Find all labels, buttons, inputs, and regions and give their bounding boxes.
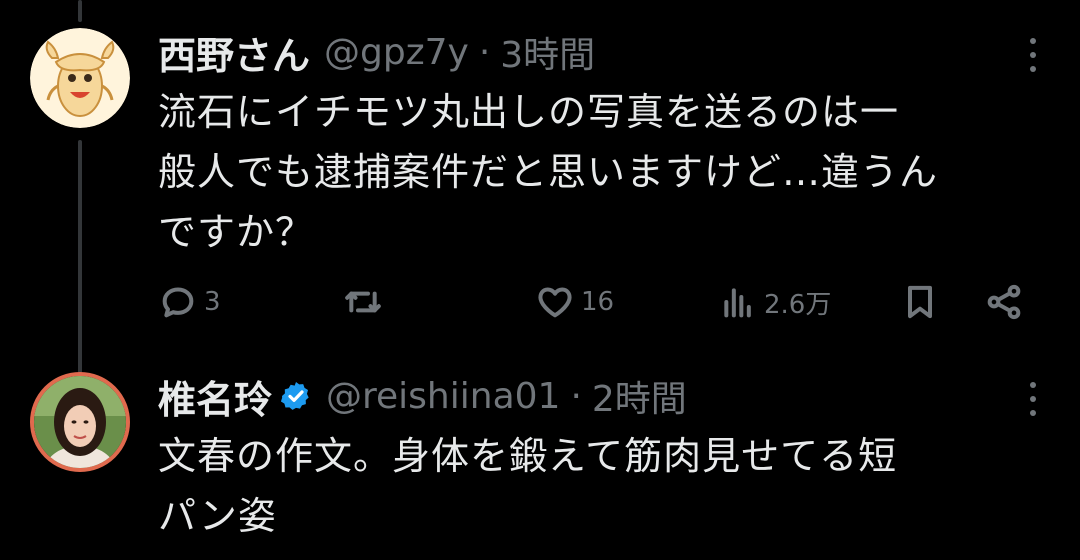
tweet-text-line: 流石にイチモツ丸出しの写真を送るのは一	[158, 90, 900, 134]
views-count: 2.6万	[764, 289, 832, 320]
share-icon	[987, 284, 1021, 320]
thread-connector	[78, 140, 82, 375]
heart-icon	[538, 287, 572, 318]
tweet-text-line: 文春の作文。身体を鍛えて筋肉見せてる短	[158, 434, 898, 478]
views-button[interactable]: 2.6万	[718, 278, 831, 326]
reply-thread: 西野さん @gpz7y · 3時間 流石にイチモツ丸出しの写真を送るのは一 般人…	[0, 0, 1080, 560]
like-count: 16	[581, 287, 615, 317]
bookmark-button[interactable]	[900, 278, 940, 326]
tweet-text: 文春の作文。身体を鍛えて筋肉見せてる短 パン姿	[158, 426, 1048, 546]
share-button[interactable]	[984, 278, 1024, 326]
tweet-header: 椎名玲 @reishiina01 · 2時間	[158, 370, 687, 422]
timestamp[interactable]: 2時間	[592, 370, 687, 422]
thread-connector-top	[78, 0, 82, 22]
separator-dot: ·	[570, 375, 582, 417]
tweet-text: 流石にイチモツ丸出しの写真を送るのは一 般人でも逮捕案件だと思いますけど…違うん…	[158, 82, 1048, 262]
user-handle[interactable]: @gpz7y	[324, 32, 469, 73]
retweet-button[interactable]	[343, 278, 389, 326]
avatar-mascot-image	[30, 28, 130, 128]
user-handle[interactable]: @reishiina01	[326, 376, 560, 417]
display-name[interactable]: 西野さん	[158, 25, 310, 80]
views-bar-chart-icon	[724, 288, 751, 318]
more-vertical-icon[interactable]	[1028, 382, 1038, 416]
avatar-nishino[interactable]	[30, 28, 130, 128]
avatar-shiina[interactable]	[30, 372, 130, 472]
tweet-text-line: パン姿	[158, 494, 277, 538]
verified-badge-icon	[280, 382, 309, 410]
tweet-text-line: ですか？	[158, 210, 315, 254]
reply-bubble-icon	[162, 287, 194, 318]
separator-dot: ·	[478, 31, 491, 73]
reply-button[interactable]: 3	[158, 278, 221, 326]
avatar-photo-image	[34, 376, 126, 468]
like-button[interactable]: 16	[535, 278, 614, 326]
more-vertical-icon[interactable]	[1028, 38, 1038, 72]
bookmark-icon	[908, 285, 932, 319]
tweet-header: 西野さん @gpz7y · 3時間	[158, 26, 595, 78]
timestamp[interactable]: 3時間	[500, 26, 595, 78]
tweet-action-bar: 3 16 2.6万	[158, 278, 1038, 326]
retweet-icon	[345, 291, 381, 313]
tweet-text-line: 般人でも逮捕案件だと思いますけど…違うん	[158, 150, 939, 194]
reply-count: 3	[204, 287, 221, 317]
display-name[interactable]: 椎名玲	[158, 369, 272, 424]
